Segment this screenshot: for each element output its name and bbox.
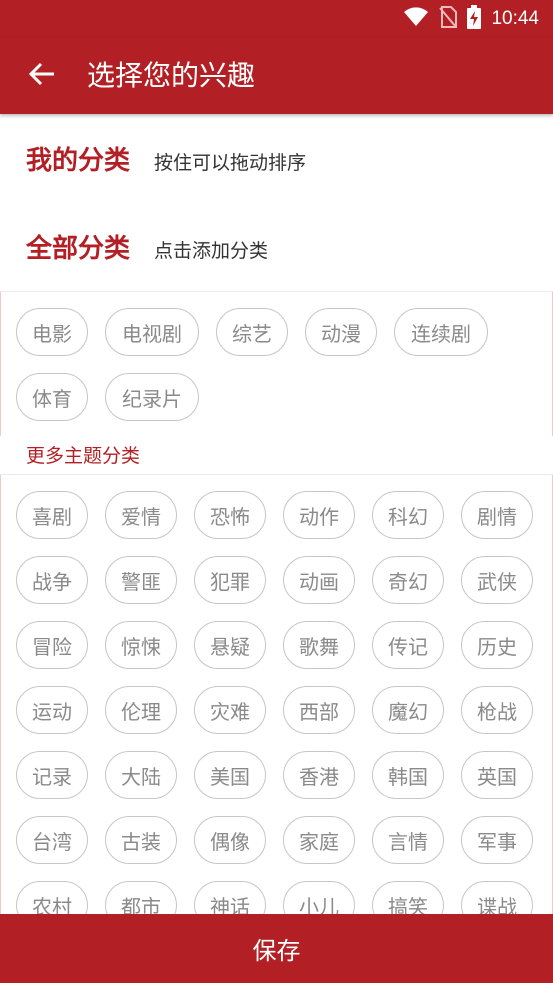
all-categories-panel: 电影 电视剧 综艺 动漫 连续剧 体育 纪录片 — [0, 291, 553, 436]
topic-chip[interactable]: 传记 — [372, 621, 444, 669]
topic-chip[interactable]: 军事 — [461, 816, 533, 864]
more-topics-chips: 喜剧 爱情 恐怖 动作 科幻 剧情战争 警匪 犯罪 动画 奇幻 武侠冒险 惊悚 悬疑 歌舞 传记 历史运动 伦理… — [1, 475, 552, 914]
topic-chip[interactable]: 农村 — [16, 881, 88, 914]
topic-chip[interactable]: 警匪 — [105, 556, 177, 604]
topic-chip[interactable]: 动画 — [283, 556, 355, 604]
topic-chip[interactable]: 剧情 — [461, 491, 533, 539]
arrow-left-icon — [28, 60, 56, 92]
all-categories-chips: 电影 电视剧 综艺 动漫 连续剧 体育 纪录片 — [1, 292, 552, 436]
topic-chip[interactable]: 都市 — [105, 881, 177, 914]
topic-chip[interactable]: 恐怖 — [194, 491, 266, 539]
app-bar: 选择您的兴趣 — [0, 38, 553, 114]
category-chip[interactable]: 体育 — [16, 373, 88, 421]
topic-chip[interactable]: 冒险 — [16, 621, 88, 669]
topic-chip[interactable]: 香港 — [283, 751, 355, 799]
page-title: 选择您的兴趣 — [87, 59, 256, 92]
category-chip[interactable]: 动漫 — [305, 308, 377, 356]
topic-chip[interactable]: 偶像 — [194, 816, 266, 864]
topic-chip[interactable]: 伦理 — [105, 686, 177, 734]
topic-chip[interactable]: 犯罪 — [194, 556, 266, 604]
topic-chip[interactable]: 歌舞 — [283, 621, 355, 669]
topic-chip[interactable]: 运动 — [16, 686, 88, 734]
status-icons: 10:44 — [403, 5, 539, 33]
my-categories-hint: 按住可以拖动排序 — [154, 152, 307, 174]
topic-chip[interactable]: 神话 — [194, 881, 266, 914]
category-chip[interactable]: 电影 — [16, 308, 88, 356]
topic-chip[interactable]: 魔幻 — [372, 686, 444, 734]
wifi-icon — [403, 7, 429, 31]
topic-chip[interactable]: 搞笑 — [372, 881, 444, 914]
category-chip[interactable]: 综艺 — [216, 308, 288, 356]
topic-chip[interactable]: 西部 — [283, 686, 355, 734]
topic-chip[interactable]: 古装 — [105, 816, 177, 864]
category-chip[interactable]: 纪录片 — [105, 373, 199, 421]
topic-chip[interactable]: 韩国 — [372, 751, 444, 799]
topic-chip[interactable]: 爱情 — [105, 491, 177, 539]
topic-chip[interactable]: 小儿 — [283, 881, 355, 914]
category-chip[interactable]: 连续剧 — [394, 308, 488, 356]
topic-chip[interactable]: 记录 — [16, 751, 88, 799]
topic-chip[interactable]: 动作 — [283, 491, 355, 539]
topic-chip[interactable]: 英国 — [461, 751, 533, 799]
topic-chip[interactable]: 武侠 — [461, 556, 533, 604]
all-categories-hint: 点击添加分类 — [154, 240, 269, 262]
topic-chip[interactable]: 谍战 — [461, 881, 533, 914]
topic-chip[interactable]: 台湾 — [16, 816, 88, 864]
topic-chip[interactable]: 枪战 — [461, 686, 533, 734]
my-categories-header: 我的分类 按住可以拖动排序 — [26, 140, 306, 177]
more-topics-label: 更多主题分类 — [26, 445, 141, 467]
status-time: 10:44 — [491, 8, 539, 29]
topic-chip[interactable]: 灾难 — [194, 686, 266, 734]
topic-chip[interactable]: 美国 — [194, 751, 266, 799]
no-sim-icon — [439, 6, 458, 32]
status-bar: 10:44 — [0, 0, 553, 38]
topic-chip[interactable]: 历史 — [461, 621, 533, 669]
topic-chip[interactable]: 战争 — [16, 556, 88, 604]
topic-chip[interactable]: 大陆 — [105, 751, 177, 799]
topic-chip[interactable]: 言情 — [372, 816, 444, 864]
more-topics-panel: 喜剧 爱情 恐怖 动作 科幻 剧情战争 警匪 犯罪 动画 奇幻 武侠冒险 惊悚 悬疑 歌舞 传记 历史运动 伦理… — [0, 475, 553, 914]
all-categories-title: 全部分类 — [26, 234, 131, 264]
topic-chip[interactable]: 科幻 — [372, 491, 444, 539]
save-button[interactable]: 保存 — [0, 914, 553, 983]
back-button[interactable] — [22, 56, 62, 96]
category-chip[interactable]: 电视剧 — [105, 308, 199, 356]
my-categories-title: 我的分类 — [26, 146, 131, 176]
topic-chip[interactable]: 喜剧 — [16, 491, 88, 539]
topic-chip[interactable]: 惊悚 — [105, 621, 177, 669]
topic-chip[interactable]: 家庭 — [283, 816, 355, 864]
battery-charging-icon — [467, 5, 482, 33]
topic-chip[interactable]: 悬疑 — [194, 621, 266, 669]
topic-chip[interactable]: 奇幻 — [372, 556, 444, 604]
all-categories-header: 全部分类 点击添加分类 — [26, 228, 268, 265]
